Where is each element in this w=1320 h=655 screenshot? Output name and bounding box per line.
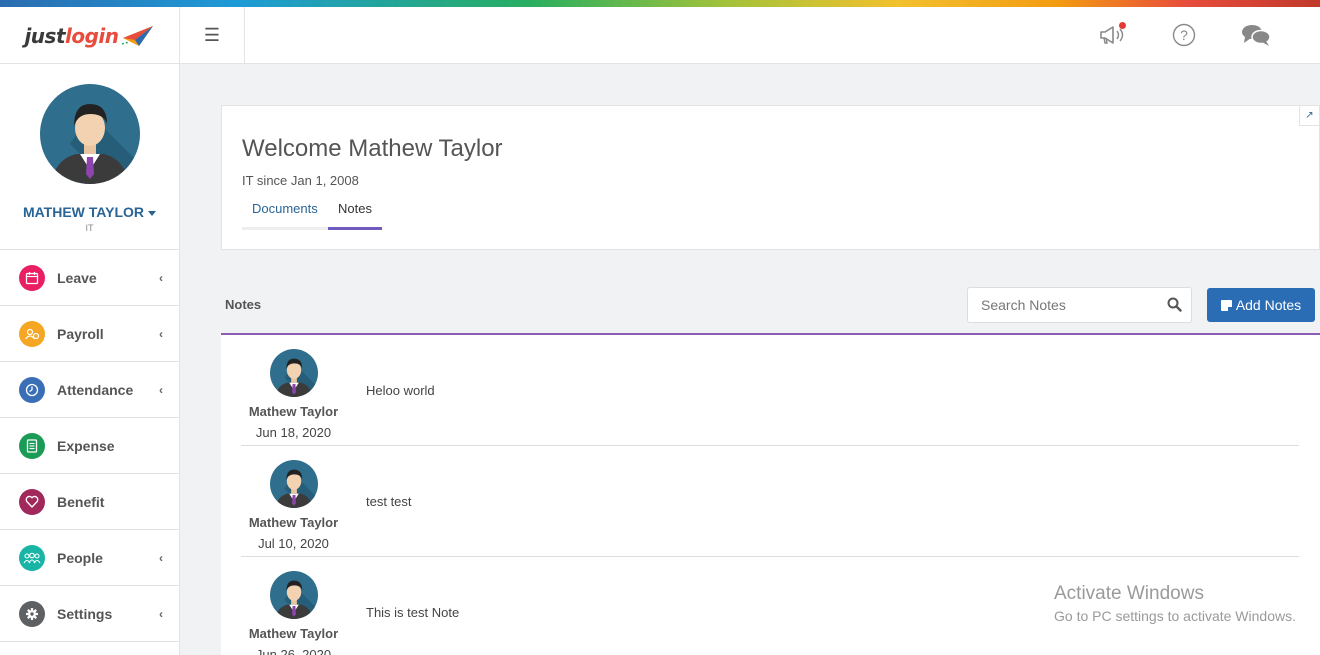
- chevron-left-icon: ‹: [159, 551, 163, 565]
- calendar-icon: [19, 264, 45, 291]
- sidebar-item-people[interactable]: People ‹: [0, 530, 179, 586]
- notes-search: [967, 287, 1192, 323]
- employee-since: IT since Jan 1, 2008: [242, 173, 359, 188]
- note-date: Jun 18, 2020: [255, 425, 332, 440]
- search-input[interactable]: [968, 288, 1158, 322]
- sidebar-item-benefit[interactable]: Benefit: [0, 474, 179, 530]
- sidebar-item-attendance[interactable]: Attendance ‹: [0, 362, 179, 418]
- add-notes-label: Add Notes: [1235, 297, 1302, 313]
- announcements-button[interactable]: [1096, 21, 1128, 49]
- sidebar-item-label: Settings: [57, 605, 113, 622]
- note-author: Mathew Taylor: [248, 515, 339, 530]
- welcome-card: Welcome Mathew Taylor IT since Jan 1, 20…: [221, 105, 1320, 250]
- avatar[interactable]: [39, 84, 140, 184]
- sidebar-item-label: People: [57, 549, 103, 566]
- activation-watermark: Activate Windows Go to PC settings to ac…: [1054, 583, 1296, 624]
- note-date: Jun 26, 2020: [255, 647, 332, 655]
- profile-department: IT: [85, 223, 94, 233]
- help-icon: ?: [1172, 23, 1196, 47]
- avatar: [270, 349, 318, 397]
- menu-toggle-button[interactable]: ☰: [180, 7, 245, 64]
- chat-button[interactable]: [1240, 21, 1272, 49]
- tab-documents[interactable]: Documents: [242, 195, 328, 230]
- watermark-subtitle: Go to PC settings to activate Windows.: [1054, 608, 1296, 624]
- chat-icon: [1242, 25, 1271, 46]
- people-icon: [19, 544, 45, 571]
- chevron-left-icon: ‹: [159, 327, 163, 341]
- avatar: [270, 460, 318, 508]
- gear-icon: [19, 600, 45, 627]
- note-text: test test: [366, 494, 412, 509]
- sidebar-item-payroll[interactable]: Payroll ‹: [0, 306, 179, 362]
- sticky-note-icon: [1220, 299, 1232, 311]
- chevron-left-icon: ‹: [159, 271, 163, 285]
- clock-icon: [19, 376, 45, 403]
- sidebar-item-leave[interactable]: Leave ‹: [0, 250, 179, 306]
- list-item: Mathew Taylor Jul 10, 2020 test test: [241, 446, 1299, 557]
- receipt-icon: [19, 432, 45, 459]
- help-button[interactable]: ?: [1168, 21, 1200, 49]
- notes-heading: Notes: [225, 297, 262, 312]
- note-author: Mathew Taylor: [248, 404, 339, 419]
- profile-card: MATHEW TAYLOR IT: [0, 64, 179, 250]
- caret-down-icon: [148, 210, 157, 216]
- sidebar-item-label: Expense: [57, 437, 115, 454]
- list-item: Mathew Taylor Jun 18, 2020 Heloo world: [241, 335, 1299, 446]
- top-bar: justlogin ☰ ?: [0, 7, 1320, 64]
- profile-tabs: Documents Notes: [242, 195, 382, 230]
- sidebar-item-label: Payroll: [57, 325, 104, 342]
- chevron-left-icon: ‹: [159, 383, 163, 397]
- paper-plane-icon: [121, 25, 153, 46]
- payroll-icon: [19, 320, 45, 347]
- notification-dot: [1119, 22, 1126, 29]
- svg-text:?: ?: [1180, 27, 1188, 43]
- page-title: Welcome Mathew Taylor: [242, 135, 503, 162]
- note-text: Heloo world: [366, 383, 435, 398]
- sidebar-item-settings[interactable]: Settings ‹: [0, 586, 179, 642]
- note-author: Mathew Taylor: [248, 626, 339, 641]
- sidebar-item-expense[interactable]: Expense: [0, 418, 179, 474]
- heart-icon: [19, 488, 45, 515]
- chevron-left-icon: ‹: [159, 607, 163, 621]
- sidebar: MATHEW TAYLOR IT Leave ‹ Payroll ‹ Atten…: [0, 64, 180, 655]
- note-date: Jul 10, 2020: [258, 536, 329, 551]
- search-icon[interactable]: [1167, 297, 1182, 312]
- app-logo[interactable]: justlogin: [0, 7, 180, 64]
- tab-notes[interactable]: Notes: [328, 195, 382, 230]
- note-text: This is test Note: [366, 605, 460, 620]
- brand-color-bar: [0, 0, 1320, 7]
- avatar: [270, 571, 318, 619]
- watermark-title: Activate Windows: [1054, 583, 1204, 604]
- expand-icon[interactable]: ↗: [1299, 106, 1319, 126]
- logo-wordmark: justlogin: [24, 23, 119, 48]
- add-notes-button[interactable]: Add Notes: [1207, 288, 1315, 322]
- sidebar-item-label: Leave: [57, 269, 97, 286]
- sidebar-item-label: Benefit: [57, 493, 105, 510]
- hamburger-icon: ☰: [203, 25, 221, 45]
- sidebar-item-label: Attendance: [57, 381, 134, 398]
- profile-name-dropdown[interactable]: MATHEW TAYLOR: [0, 204, 179, 220]
